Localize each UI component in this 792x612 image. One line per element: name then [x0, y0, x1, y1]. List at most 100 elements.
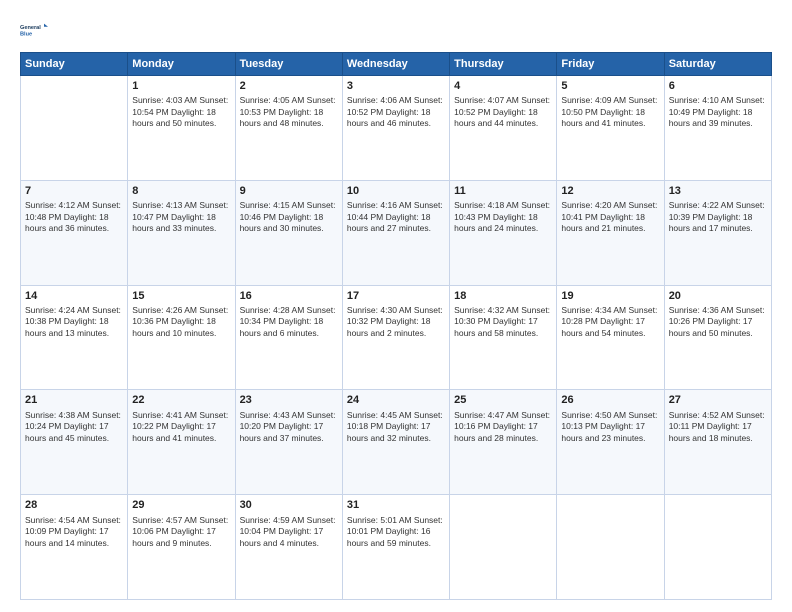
calendar-cell: 1Sunrise: 4:03 AM Sunset: 10:54 PM Dayli…: [128, 76, 235, 181]
day-info: Sunrise: 4:24 AM Sunset: 10:38 PM Daylig…: [25, 305, 123, 339]
day-info: Sunrise: 4:13 AM Sunset: 10:47 PM Daylig…: [132, 200, 230, 234]
calendar-cell: 3Sunrise: 4:06 AM Sunset: 10:52 PM Dayli…: [342, 76, 449, 181]
calendar-cell: 4Sunrise: 4:07 AM Sunset: 10:52 PM Dayli…: [450, 76, 557, 181]
day-info: Sunrise: 4:05 AM Sunset: 10:53 PM Daylig…: [240, 95, 338, 129]
calendar-cell: 27 Sunrise: 4:52 AM Sunset: 10:11 PM Dayl…: [664, 390, 771, 495]
calendar-cell: 10Sunrise: 4:16 AM Sunset: 10:44 PM Dayl…: [342, 180, 449, 285]
day-number: 11: [454, 184, 552, 199]
calendar-cell: 16Sunrise: 4:28 AM Sunset: 10:34 PM Dayl…: [235, 285, 342, 390]
day-info: Sunrise: 4:36 AM Sunset: 10:26 PM Daylig…: [669, 305, 767, 339]
day-number: 18: [454, 289, 552, 304]
calendar-page: General Blue SundayMondayTuesdayWednesda…: [0, 0, 792, 612]
calendar-row-3: 21 Sunrise: 4:38 AM Sunset: 10:24 PM Dayl…: [21, 390, 772, 495]
calendar-cell: 26 Sunrise: 4:50 AM Sunset: 10:13 PM Dayl…: [557, 390, 664, 495]
day-info: Sunrise: 4:34 AM Sunset: 10:28 PM Daylig…: [561, 305, 659, 339]
logo: General Blue: [20, 16, 48, 44]
day-info: Sunrise: 4:38 AM Sunset: 10:24 PM Daylig…: [25, 410, 123, 444]
logo-icon: General Blue: [20, 16, 48, 44]
day-info: Sunrise: 4:32 AM Sunset: 10:30 PM Daylig…: [454, 305, 552, 339]
calendar-cell: [557, 495, 664, 600]
day-number: 12: [561, 184, 659, 199]
calendar-cell: 12Sunrise: 4:20 AM Sunset: 10:41 PM Dayl…: [557, 180, 664, 285]
weekday-header-thursday: Thursday: [450, 53, 557, 76]
weekday-header-friday: Friday: [557, 53, 664, 76]
day-info: Sunrise: 4:09 AM Sunset: 10:50 PM Daylig…: [561, 95, 659, 129]
calendar-cell: 30 Sunrise: 4:59 AM Sunset: 10:04 PM Dayl…: [235, 495, 342, 600]
day-number: 27: [669, 393, 767, 408]
day-info: Sunrise: 4:59 AM Sunset: 10:04 PM Daylig…: [240, 515, 338, 549]
calendar-cell: 18Sunrise: 4:32 AM Sunset: 10:30 PM Dayl…: [450, 285, 557, 390]
calendar-cell: 23Sunrise: 4:43 AM Sunset: 10:20 PM Dayl…: [235, 390, 342, 495]
weekday-header-tuesday: Tuesday: [235, 53, 342, 76]
calendar-cell: 22 Sunrise: 4:41 AM Sunset: 10:22 PM Dayl…: [128, 390, 235, 495]
calendar-row-1: 7Sunrise: 4:12 AM Sunset: 10:48 PM Dayli…: [21, 180, 772, 285]
calendar-cell: 14Sunrise: 4:24 AM Sunset: 10:38 PM Dayl…: [21, 285, 128, 390]
day-number: 22: [132, 393, 230, 408]
weekday-header-monday: Monday: [128, 53, 235, 76]
calendar-cell: 8Sunrise: 4:13 AM Sunset: 10:47 PM Dayli…: [128, 180, 235, 285]
day-info: Sunrise: 4:30 AM Sunset: 10:32 PM Daylig…: [347, 305, 445, 339]
calendar-cell: [450, 495, 557, 600]
day-number: 30: [240, 498, 338, 513]
calendar-cell: 25Sunrise: 4:47 AM Sunset: 10:16 PM Dayl…: [450, 390, 557, 495]
calendar-cell: 2Sunrise: 4:05 AM Sunset: 10:53 PM Dayli…: [235, 76, 342, 181]
day-number: 1: [132, 79, 230, 94]
day-number: 28: [25, 498, 123, 513]
weekday-header-wednesday: Wednesday: [342, 53, 449, 76]
day-number: 3: [347, 79, 445, 94]
calendar-cell: [664, 495, 771, 600]
day-info: Sunrise: 4:18 AM Sunset: 10:43 PM Daylig…: [454, 200, 552, 234]
weekday-header-sunday: Sunday: [21, 53, 128, 76]
day-number: 24: [347, 393, 445, 408]
calendar-cell: 5Sunrise: 4:09 AM Sunset: 10:50 PM Dayli…: [557, 76, 664, 181]
calendar-row-2: 14Sunrise: 4:24 AM Sunset: 10:38 PM Dayl…: [21, 285, 772, 390]
day-info: Sunrise: 4:28 AM Sunset: 10:34 PM Daylig…: [240, 305, 338, 339]
day-info: Sunrise: 4:41 AM Sunset: 10:22 PM Daylig…: [132, 410, 230, 444]
calendar-cell: 6Sunrise: 4:10 AM Sunset: 10:49 PM Dayli…: [664, 76, 771, 181]
day-number: 13: [669, 184, 767, 199]
svg-text:General: General: [20, 25, 41, 31]
calendar-row-0: 1Sunrise: 4:03 AM Sunset: 10:54 PM Dayli…: [21, 76, 772, 181]
day-number: 31: [347, 498, 445, 513]
day-number: 17: [347, 289, 445, 304]
day-info: Sunrise: 4:03 AM Sunset: 10:54 PM Daylig…: [132, 95, 230, 129]
day-number: 8: [132, 184, 230, 199]
svg-text:Blue: Blue: [20, 32, 32, 38]
day-number: 29: [132, 498, 230, 513]
day-number: 7: [25, 184, 123, 199]
calendar-table: SundayMondayTuesdayWednesdayThursdayFrid…: [20, 52, 772, 600]
calendar-cell: 29 Sunrise: 4:57 AM Sunset: 10:06 PM Dayl…: [128, 495, 235, 600]
day-number: 21: [25, 393, 123, 408]
day-info: Sunrise: 4:15 AM Sunset: 10:46 PM Daylig…: [240, 200, 338, 234]
day-info: Sunrise: 4:54 AM Sunset: 10:09 PM Daylig…: [25, 515, 123, 549]
calendar-cell: 15Sunrise: 4:26 AM Sunset: 10:36 PM Dayl…: [128, 285, 235, 390]
day-info: Sunrise: 4:22 AM Sunset: 10:39 PM Daylig…: [669, 200, 767, 234]
day-info: Sunrise: 4:45 AM Sunset: 10:18 PM Daylig…: [347, 410, 445, 444]
day-info: Sunrise: 4:43 AM Sunset: 10:20 PM Daylig…: [240, 410, 338, 444]
day-info: Sunrise: 4:12 AM Sunset: 10:48 PM Daylig…: [25, 200, 123, 234]
day-info: Sunrise: 4:07 AM Sunset: 10:52 PM Daylig…: [454, 95, 552, 129]
calendar-cell: 13Sunrise: 4:22 AM Sunset: 10:39 PM Dayl…: [664, 180, 771, 285]
day-number: 4: [454, 79, 552, 94]
calendar-cell: 9Sunrise: 4:15 AM Sunset: 10:46 PM Dayli…: [235, 180, 342, 285]
day-number: 5: [561, 79, 659, 94]
day-info: Sunrise: 5:01 AM Sunset: 10:01 PM Daylig…: [347, 515, 445, 549]
day-number: 10: [347, 184, 445, 199]
weekday-header-saturday: Saturday: [664, 53, 771, 76]
calendar-cell: 24 Sunrise: 4:45 AM Sunset: 10:18 PM Dayl…: [342, 390, 449, 495]
day-number: 19: [561, 289, 659, 304]
day-info: Sunrise: 4:47 AM Sunset: 10:16 PM Daylig…: [454, 410, 552, 444]
day-info: Sunrise: 4:16 AM Sunset: 10:44 PM Daylig…: [347, 200, 445, 234]
day-number: 26: [561, 393, 659, 408]
day-number: 6: [669, 79, 767, 94]
calendar-cell: 19Sunrise: 4:34 AM Sunset: 10:28 PM Dayl…: [557, 285, 664, 390]
header: General Blue: [20, 16, 772, 44]
day-info: Sunrise: 4:50 AM Sunset: 10:13 PM Daylig…: [561, 410, 659, 444]
day-info: Sunrise: 4:52 AM Sunset: 10:11 PM Daylig…: [669, 410, 767, 444]
calendar-cell: 28 Sunrise: 4:54 AM Sunset: 10:09 PM Dayl…: [21, 495, 128, 600]
day-info: Sunrise: 4:20 AM Sunset: 10:41 PM Daylig…: [561, 200, 659, 234]
day-number: 20: [669, 289, 767, 304]
calendar-cell: 20Sunrise: 4:36 AM Sunset: 10:26 PM Dayl…: [664, 285, 771, 390]
day-info: Sunrise: 4:06 AM Sunset: 10:52 PM Daylig…: [347, 95, 445, 129]
day-info: Sunrise: 4:57 AM Sunset: 10:06 PM Daylig…: [132, 515, 230, 549]
